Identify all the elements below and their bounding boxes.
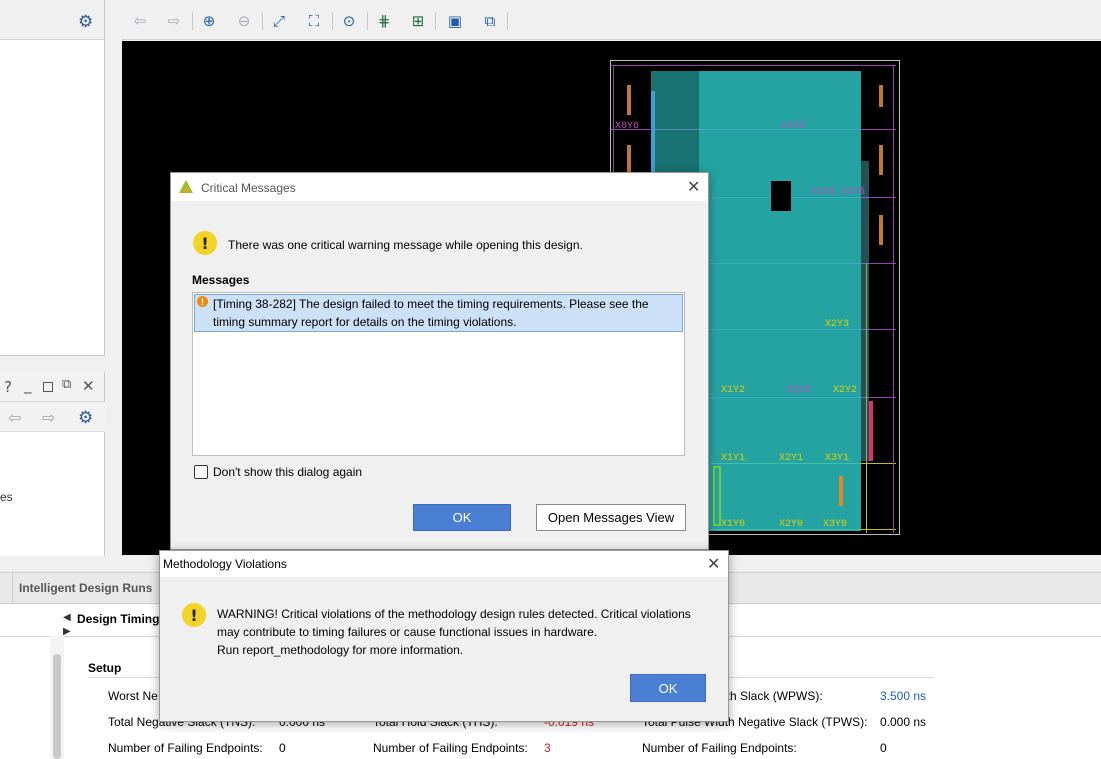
dialog-titlebar: Methodology Violations ✕ — [160, 551, 728, 577]
list-item[interactable]: ! [Timing 38-282] The design failed to m… — [194, 294, 683, 332]
gear-icon[interactable]: ⚙ — [78, 408, 93, 428]
wpws-value[interactable]: 3.500 ns — [880, 689, 926, 703]
hold-failing-endpoints-label: Number of Failing Endpoints: — [373, 741, 528, 755]
dialog-title: Critical Messages — [201, 181, 296, 195]
messages-list[interactable]: ! [Timing 38-282] The design failed to m… — [192, 292, 685, 456]
dont-show-label[interactable]: Don't show this dialog again — [213, 465, 362, 479]
left-mid-pane: ? _ ⧉ ✕ ⇦ ⇨ ⚙ es — [0, 372, 105, 556]
tab-intelligent-design-runs[interactable]: Intelligent Design Runs — [19, 581, 152, 595]
wns-label: Worst Ne — [108, 689, 158, 703]
open-messages-view-button[interactable]: Open Messages View — [536, 504, 686, 531]
ok-button[interactable]: OK — [413, 504, 511, 531]
minimize-icon[interactable]: _ — [24, 376, 32, 394]
forward-icon[interactable]: ⇨ — [42, 408, 55, 427]
region-label: X1Y2 — [787, 385, 812, 396]
region-label: X1Y6 — [781, 121, 806, 132]
warning-text-line2: may contribute to timing failures or cau… — [217, 625, 598, 639]
help-icon[interactable]: ? — [4, 378, 12, 396]
design-timing-tab[interactable]: Design Timing — [77, 612, 159, 626]
region-label: X2Y0 — [779, 519, 804, 530]
pulse-failing-endpoints-label: Number of Failing Endpoints: — [642, 741, 797, 755]
warning-text-line3: Run report_methodology for more informat… — [217, 643, 464, 657]
truncated-text: es — [0, 490, 13, 504]
device-toolbar: ⇦ ⇨ ⊕ ⊖ ⤢ ⛶ ⊙ ⋕ ⊞ ▣ ⧉ — [122, 0, 1101, 40]
ok-button[interactable]: OK — [630, 674, 706, 702]
region-label: X3Y0 — [823, 519, 848, 530]
warning-icon: ! — [193, 231, 217, 255]
close-icon[interactable]: ✕ — [687, 177, 700, 196]
hold-failing-endpoints-value[interactable]: 3 — [544, 741, 551, 755]
forward-icon[interactable]: ⇨ — [163, 10, 185, 32]
region-label: X2Y2 — [833, 385, 858, 396]
maximize-icon[interactable] — [43, 382, 53, 392]
critical-messages-dialog: Critical Messages ✕ ! There was one crit… — [170, 172, 709, 550]
region-label: X0Y6 — [615, 121, 640, 132]
route-icon[interactable]: ⋕ — [373, 10, 395, 32]
collapse-icon[interactable]: ◀ — [63, 612, 71, 623]
region-label: X1Y5 — [811, 187, 836, 198]
zoom-fit-icon[interactable]: ⤢ — [268, 10, 290, 32]
methodology-violations-dialog: Methodology Violations ✕ ! WARNING! Crit… — [159, 550, 729, 722]
region-label: X2Y1 — [779, 453, 804, 464]
zoom-selection-icon[interactable]: ⛶ — [303, 10, 325, 32]
auto-fit-selection-icon[interactable]: ⊙ — [338, 10, 360, 32]
zoom-in-icon[interactable]: ⊕ — [198, 10, 220, 32]
tpws-value: 0.000 ns — [880, 715, 927, 729]
dialog-titlebar: Critical Messages ✕ — [171, 173, 708, 201]
message-text-line1: [Timing 38-282] The design failed to mee… — [213, 297, 649, 311]
left-top-pane: ⚙ — [0, 0, 105, 356]
region-label: X1Y1 — [721, 453, 746, 464]
region-label: X3Y1 — [825, 453, 850, 464]
dont-show-checkbox[interactable] — [194, 465, 208, 479]
back-icon[interactable]: ⇦ — [8, 408, 21, 427]
summary-text: There was one critical warning message w… — [228, 238, 583, 252]
region-label: X2Y5 — [841, 187, 866, 198]
message-text-line2: timing summary report for details on the… — [213, 315, 517, 329]
close-icon[interactable]: ✕ — [82, 377, 95, 395]
dialog-title: Methodology Violations — [163, 557, 287, 571]
add-pblock-icon[interactable]: ⊞ — [407, 10, 429, 32]
zoom-out-icon[interactable]: ⊖ — [233, 10, 255, 32]
vivado-logo-icon — [179, 180, 193, 193]
gear-icon[interactable]: ⚙ — [78, 12, 93, 32]
warning-text-line1: WARNING! Critical violations of the meth… — [217, 607, 691, 621]
region-label: X2Y3 — [825, 319, 850, 330]
setup-heading: Setup — [88, 661, 122, 675]
region-label: X1Y0 — [721, 519, 746, 530]
scrollbar-thumb[interactable] — [53, 654, 61, 759]
messages-header: Messages — [192, 273, 250, 287]
wpws-label: dth Slack (WPWS): — [720, 689, 823, 703]
back-icon[interactable]: ⇦ — [129, 10, 151, 32]
float-icon[interactable]: ⧉ — [62, 377, 71, 392]
pulse-failing-endpoints-value: 0 — [880, 741, 887, 755]
device-view-icon[interactable]: ▣ — [444, 10, 466, 32]
warning-icon: ! — [182, 603, 206, 627]
region-label: X1Y2 — [721, 385, 746, 396]
setup-failing-endpoints-label: Number of Failing Endpoints: — [108, 741, 263, 755]
setup-failing-endpoints-value: 0 — [279, 741, 286, 755]
close-icon[interactable]: ✕ — [707, 554, 720, 573]
critical-warning-icon: ! — [197, 296, 208, 307]
highlight-icon[interactable]: ⧉ — [479, 10, 501, 32]
